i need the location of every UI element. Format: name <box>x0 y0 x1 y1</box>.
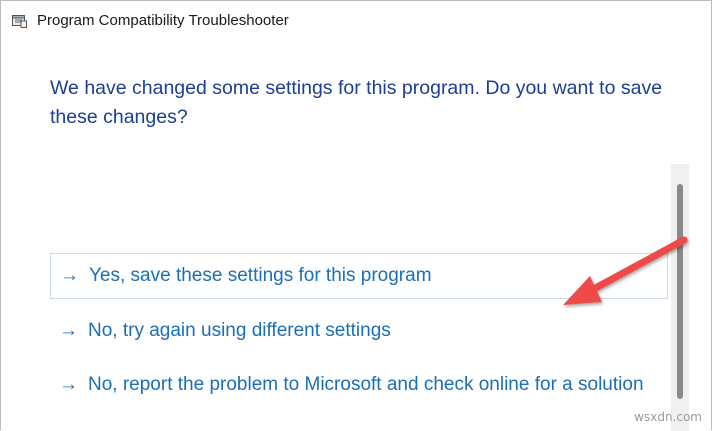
report-problem-option[interactable]: → No, report the problem to Microsoft an… <box>50 371 668 399</box>
troubleshooter-app-icon <box>12 13 27 28</box>
scrollbar-thumb[interactable] <box>677 184 683 399</box>
option-label: Yes, save these settings for this progra… <box>89 265 432 286</box>
arrow-right-icon: → <box>60 265 79 286</box>
arrow-right-icon: → <box>59 320 78 341</box>
arrow-right-icon: → <box>59 374 78 395</box>
title-bar: Program Compatibility Troubleshooter <box>1 1 711 41</box>
save-settings-option[interactable]: → Yes, save these settings for this prog… <box>50 253 668 299</box>
option-label: No, try again using different settings <box>88 320 391 341</box>
try-again-option[interactable]: → No, try again using different settings <box>50 317 668 345</box>
page-heading: We have changed some settings for this p… <box>50 77 663 128</box>
troubleshooter-window: Program Compatibility Troubleshooter We … <box>0 0 712 431</box>
watermark-text: wsxdn.com <box>634 410 702 424</box>
option-label: No, report the problem to Microsoft and … <box>88 374 644 395</box>
window-title: Program Compatibility Troubleshooter <box>37 12 289 29</box>
